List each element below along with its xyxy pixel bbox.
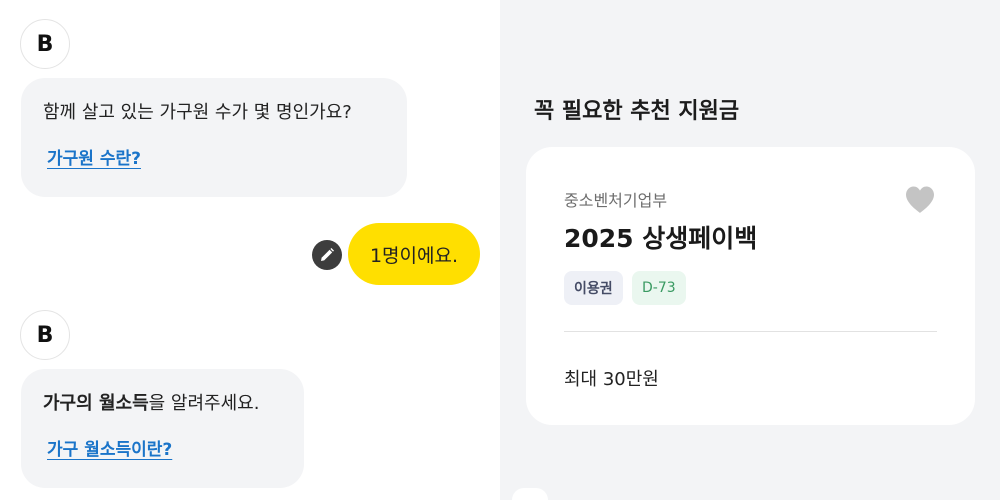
bot-message-bubble: 함께 살고 있는 가구원 수가 몇 명인가요? 가구원 수란? xyxy=(21,78,407,197)
bot-message-bold-text: 가구의 월소득 xyxy=(43,393,149,414)
user-message-bubble: 1명이에요. xyxy=(348,223,480,285)
bot-message-rest-text: 을 알려주세요. xyxy=(148,393,260,414)
recommendation-panel: 꼭 필요한 추천 지원금 중소벤처기업부 2025 상생페이백 이용권 D-73… xyxy=(500,0,1000,500)
next-card-peek xyxy=(512,488,548,500)
card-organization: 중소벤처기업부 xyxy=(564,191,668,210)
panel-title: 꼭 필요한 추천 지원금 xyxy=(534,99,740,124)
bot-message-bubble: 가구의 월소득을 알려주세요. 가구 월소득이란? xyxy=(21,369,304,488)
household-income-help-link[interactable]: 가구 월소득이란? xyxy=(47,435,172,460)
card-title: 2025 상생페이백 xyxy=(564,224,758,253)
pencil-icon xyxy=(321,248,334,261)
user-message-text: 1명이에요. xyxy=(369,244,459,267)
household-members-help-link[interactable]: 가구원 수란? xyxy=(47,144,141,169)
tag-voucher: 이용권 xyxy=(564,271,623,305)
bot-avatar: B xyxy=(20,310,70,360)
bot-logo-icon: B xyxy=(36,31,54,57)
bot-message-text: 가구의 월소득을 알려주세요. xyxy=(43,391,282,417)
bot-avatar: B xyxy=(20,19,70,69)
card-divider xyxy=(564,331,937,332)
heart-icon[interactable] xyxy=(904,185,936,215)
bot-logo-icon: B xyxy=(36,322,54,348)
edit-answer-button[interactable] xyxy=(312,240,342,270)
chat-area: B 함께 살고 있는 가구원 수가 몇 명인가요? 가구원 수란? 1명이에요.… xyxy=(0,0,500,500)
tag-d-day: D-73 xyxy=(632,271,686,305)
card-amount: 최대 30만원 xyxy=(564,369,659,390)
subsidy-card[interactable]: 중소벤처기업부 2025 상생페이백 이용권 D-73 최대 30만원 xyxy=(526,147,975,425)
bot-message-text: 함께 살고 있는 가구원 수가 몇 명인가요? xyxy=(43,102,352,123)
